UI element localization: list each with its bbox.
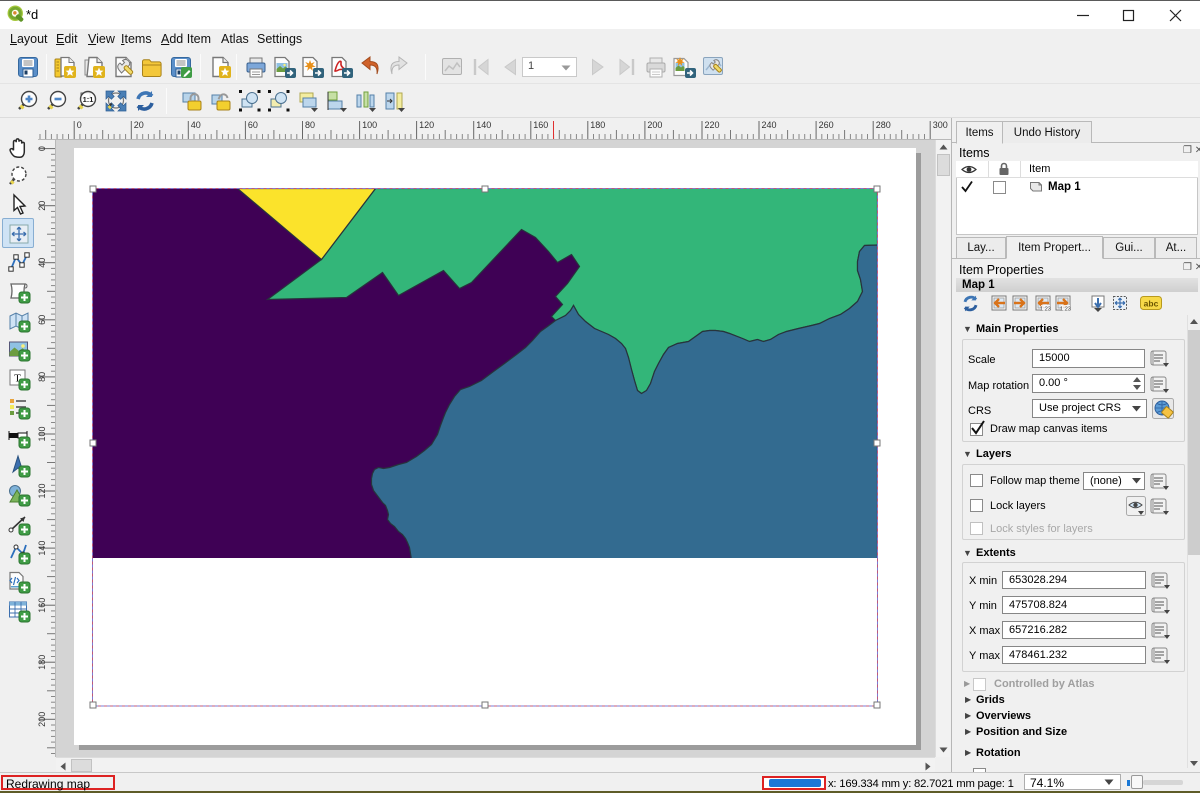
svg-text:200: 200 [647,120,662,130]
svg-text:160: 160 [533,120,548,130]
svg-text:100: 100 [362,120,377,130]
svg-text:280: 280 [876,120,891,130]
svg-text:0: 0 [77,120,82,130]
svg-text:60: 60 [38,315,47,325]
svg-text:20: 20 [134,120,144,130]
svg-text:0: 0 [38,146,47,151]
svg-text:300: 300 [933,120,948,130]
svg-text:120: 120 [419,120,434,130]
svg-text:abc: abc [1144,299,1159,309]
svg-text:40: 40 [38,258,47,268]
svg-text:160: 160 [38,598,47,613]
svg-text:180: 180 [38,655,47,670]
svg-text:140: 140 [38,541,47,556]
svg-text:240: 240 [762,120,777,130]
svg-text:100: 100 [38,426,47,441]
svg-text:1:1: 1:1 [83,95,94,104]
svg-text:140: 140 [476,120,491,130]
svg-text:1:23: 1:23 [1040,306,1051,312]
svg-text:120: 120 [38,483,47,498]
svg-text:220: 220 [705,120,720,130]
svg-text:200: 200 [38,712,47,727]
svg-text:60: 60 [248,120,258,130]
svg-text:80: 80 [38,372,47,382]
svg-text:20: 20 [38,201,47,211]
svg-text:40: 40 [191,120,201,130]
svg-text:80: 80 [305,120,315,130]
svg-text:1:23: 1:23 [1060,306,1071,312]
svg-text:260: 260 [819,120,834,130]
svg-text:180: 180 [590,120,605,130]
